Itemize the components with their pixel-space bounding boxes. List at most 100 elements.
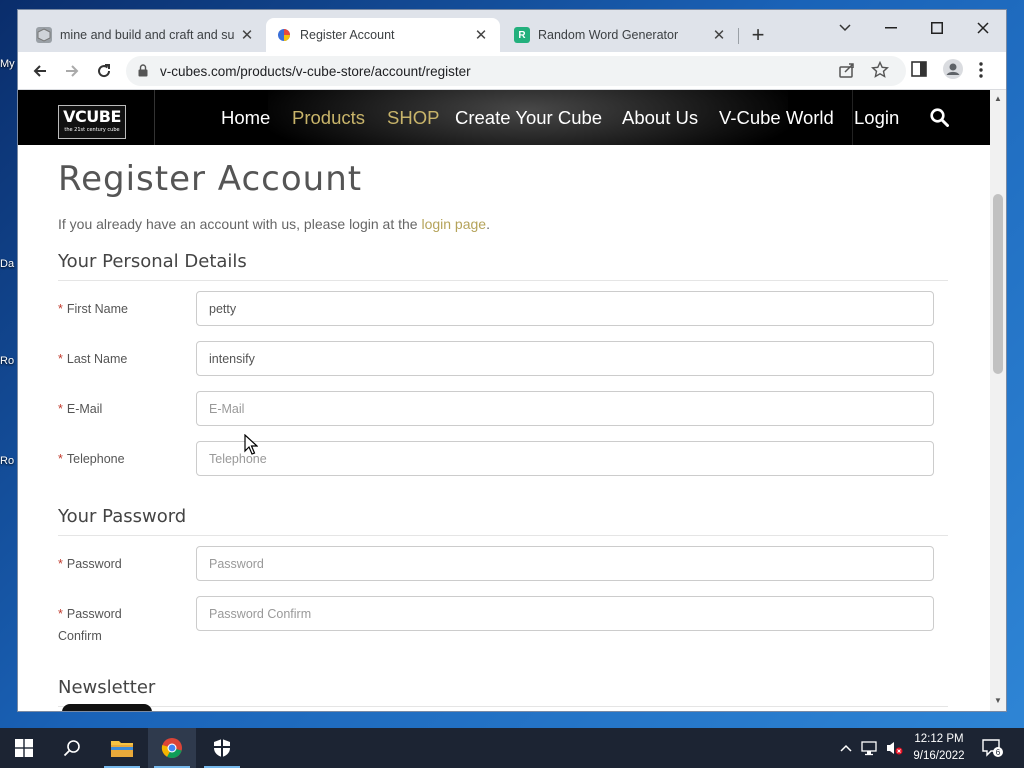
forward-button[interactable] — [58, 57, 86, 85]
divider — [852, 90, 853, 145]
clock-date: 9/16/2022 — [913, 750, 965, 762]
file-explorer-icon[interactable] — [98, 728, 146, 768]
required-mark: * — [58, 452, 63, 466]
sidebar-icon[interactable] — [911, 61, 927, 82]
nav-home[interactable]: Home — [221, 90, 270, 145]
chrome-taskbar-icon[interactable] — [148, 728, 196, 768]
tab-title: mine and build and craft and su — [60, 28, 235, 42]
notification-center-icon[interactable]: 6 — [980, 728, 1006, 768]
profile-avatar-icon[interactable] — [942, 58, 964, 85]
taskbar-clock[interactable]: 12:12 PM 9/16/2022 — [906, 731, 972, 765]
tray-overflow-chevron-icon[interactable] — [838, 728, 854, 768]
close-tab-icon[interactable]: ✕ — [472, 26, 490, 44]
search-taskbar-icon[interactable] — [48, 728, 96, 768]
nav-login[interactable]: Login — [854, 90, 899, 145]
required-mark: * — [58, 402, 63, 416]
search-icon[interactable] — [930, 108, 949, 132]
nav-create-your-cube[interactable]: Create Your Cube — [455, 90, 602, 145]
password-label: * Password — [58, 553, 122, 575]
required-mark: * — [58, 557, 63, 571]
telephone-input[interactable]: Telephone — [196, 441, 934, 476]
bookmark-star-icon[interactable] — [870, 60, 890, 84]
url-text: v-cubes.com/products/v-cube-store/accoun… — [160, 63, 471, 79]
close-tab-icon[interactable]: ✕ — [238, 26, 256, 44]
section-personal-details: Your Personal Details — [58, 251, 948, 281]
last-name-input[interactable]: intensify — [196, 341, 934, 376]
browser-window: mine and build and craft and su ✕ Regist… — [18, 10, 1006, 711]
r-favicon-icon: R — [514, 27, 530, 43]
vcube-logo[interactable]: VCUBE the 21st century cube — [58, 105, 126, 139]
start-button[interactable] — [0, 728, 48, 768]
scroll-down-arrow-icon[interactable]: ▼ — [994, 696, 1002, 705]
scrollbar-thumb[interactable] — [993, 194, 1003, 374]
desktop-icon-label[interactable]: Ro — [0, 455, 18, 467]
login-page-link[interactable]: login page — [421, 216, 486, 232]
address-bar[interactable]: v-cubes.com/products/v-cube-store/accoun… — [126, 56, 906, 86]
intro-text: If you already have an account with us, … — [58, 216, 490, 232]
password-confirm-input[interactable]: Password Confirm — [196, 596, 934, 631]
menu-kebab-icon[interactable] — [978, 61, 984, 84]
site-header: VCUBE the 21st century cube Home Product… — [18, 90, 990, 145]
required-mark: * — [58, 352, 63, 366]
password-confirm-placeholder: Password Confirm — [209, 606, 312, 621]
newsletter-toggle[interactable] — [62, 704, 152, 711]
intro-suffix: . — [486, 216, 490, 232]
required-mark: * — [58, 607, 63, 621]
maximize-button[interactable] — [920, 16, 954, 40]
nav-about-us[interactable]: About Us — [622, 90, 698, 145]
volume-muted-icon[interactable] — [884, 728, 904, 768]
first-name-label: * First Name — [58, 298, 128, 320]
nav-shop[interactable]: SHOP — [387, 90, 439, 145]
email-input[interactable]: E-Mail — [196, 391, 934, 426]
back-button[interactable] — [26, 57, 54, 85]
vcube-favicon-icon — [276, 27, 292, 43]
cube-favicon-icon — [36, 27, 52, 43]
telephone-label: * Telephone — [58, 448, 125, 470]
defender-shield-icon[interactable] — [198, 728, 246, 768]
logo-tagline: the 21st century cube — [64, 127, 120, 133]
required-mark: * — [58, 302, 63, 316]
desktop-icon-label[interactable]: Ro — [0, 355, 18, 367]
network-icon[interactable] — [860, 728, 880, 768]
tab-minecraft[interactable]: mine and build and craft and su ✕ — [26, 18, 266, 52]
mouse-cursor-icon — [244, 433, 259, 461]
first-name-input[interactable]: petty — [196, 291, 934, 326]
tab-search-icon[interactable] — [828, 16, 862, 40]
new-tab-button[interactable]: + — [746, 24, 770, 48]
tab-register-account[interactable]: Register Account ✕ — [266, 18, 500, 52]
nav-products[interactable]: Products — [292, 90, 365, 145]
tab-title: Random Word Generator — [538, 28, 679, 42]
page-title: Register Account — [58, 159, 363, 199]
section-your-password: Your Password — [58, 506, 948, 536]
label-text: Confirm — [58, 629, 102, 643]
scroll-up-arrow-icon[interactable]: ▲ — [994, 94, 1002, 103]
divider — [154, 90, 155, 145]
intro-prefix: If you already have an account with us, … — [58, 216, 422, 232]
label-text: Password — [66, 607, 122, 621]
page-scrollbar[interactable]: ▲ ▼ — [990, 90, 1006, 711]
tab-random-word[interactable]: R Random Word Generator ✕ — [504, 18, 738, 52]
taskbar: 12:12 PM 9/16/2022 6 — [0, 728, 1024, 768]
logo-text: VCUBE — [63, 107, 121, 126]
clock-time: 12:12 PM — [914, 733, 964, 745]
close-window-button[interactable] — [966, 16, 1000, 40]
password-input[interactable]: Password — [196, 546, 934, 581]
close-tab-icon[interactable]: ✕ — [710, 26, 728, 44]
desktop-icon-label[interactable]: My — [0, 58, 18, 70]
label-text: Password — [66, 557, 122, 571]
nav-v-cube-world[interactable]: V-Cube World — [719, 90, 834, 145]
reload-button[interactable] — [90, 57, 118, 85]
share-icon[interactable] — [838, 61, 856, 84]
label-text: E-Mail — [66, 402, 103, 416]
last-name-label: * Last Name — [58, 348, 127, 370]
telephone-placeholder: Telephone — [209, 451, 267, 466]
minimize-button[interactable] — [874, 16, 908, 40]
page-viewport: VCUBE the 21st century cube Home Product… — [18, 90, 990, 711]
section-newsletter: Newsletter — [58, 677, 948, 707]
browser-toolbar: v-cubes.com/products/v-cube-store/accoun… — [18, 52, 1006, 90]
password-placeholder: Password — [209, 556, 264, 571]
tab-title: Register Account — [300, 28, 395, 42]
lock-icon[interactable] — [138, 64, 148, 80]
email-placeholder: E-Mail — [209, 401, 245, 416]
desktop-icon-label[interactable]: Da — [0, 258, 18, 270]
